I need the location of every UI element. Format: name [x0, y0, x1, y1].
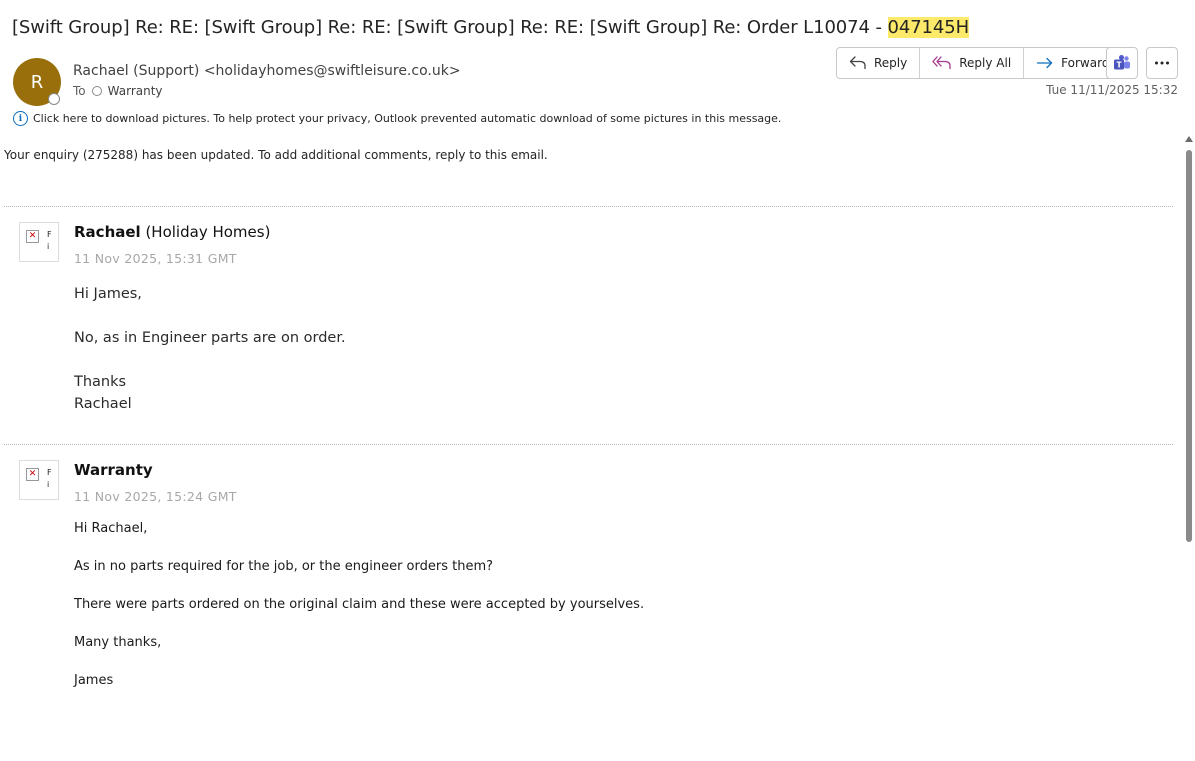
presence-status-icon	[48, 93, 60, 105]
teams-button[interactable]: T	[1106, 47, 1138, 79]
scrollbar-thumb[interactable]	[1186, 150, 1192, 542]
recipient-line: To Warranty	[73, 84, 163, 98]
author-org: (Holiday Homes)	[140, 223, 271, 241]
reply-all-button[interactable]: Reply All	[920, 48, 1025, 78]
to-label: To	[73, 84, 86, 98]
thumb-alt-text: i	[47, 242, 50, 251]
message-line: Hi Rachael,	[74, 521, 148, 536]
email-subject: [Swift Group] Re: RE: [Swift Group] Re: …	[12, 17, 969, 38]
message-line: Rachael	[74, 396, 132, 412]
author-name: Rachael	[74, 223, 141, 241]
reply-all-icon	[932, 56, 951, 70]
sender-name[interactable]: Rachael (Support) <holidayhomes@swiftlei…	[73, 63, 461, 79]
info-icon: i	[13, 111, 28, 126]
recipient-presence-icon	[91, 86, 102, 96]
info-bar-text: Click here to download pictures. To help…	[33, 112, 782, 125]
reply-icon	[849, 56, 866, 70]
forward-icon	[1037, 57, 1053, 69]
message-timestamp: 11 Nov 2025, 15:31 GMT	[74, 251, 237, 266]
thumb-alt-text: F	[47, 230, 52, 239]
reply-all-label: Reply All	[959, 56, 1012, 70]
message-line: Hi James,	[74, 286, 142, 302]
teams-icon: T	[1114, 55, 1130, 70]
message-author: Warranty	[74, 461, 153, 479]
subject-highlight: 047145H	[887, 17, 970, 38]
more-options-button[interactable]	[1146, 47, 1178, 79]
thumb-alt-text: i	[47, 480, 50, 489]
svg-text:T: T	[1116, 61, 1122, 70]
broken-image-icon: ✕	[26, 468, 39, 481]
message-line: Thanks	[74, 374, 127, 390]
subject-text: [Swift Group] Re: RE: [Swift Group] Re: …	[12, 17, 888, 38]
forward-label: Forward	[1061, 56, 1110, 70]
message-line: As in no parts required for the job, or …	[74, 559, 494, 574]
thumb-alt-text: F	[47, 468, 52, 477]
reply-button[interactable]: Reply	[837, 48, 921, 78]
broken-image-thumbnail: ✕ F i	[19, 460, 59, 500]
avatar-initial: R	[30, 71, 44, 93]
received-date: Tue 11/11/2025 15:32	[1046, 83, 1178, 97]
author-name: Warranty	[74, 461, 153, 479]
message-divider	[4, 444, 1173, 445]
message-line: No, as in Engineer parts are on order.	[74, 330, 346, 346]
broken-image-thumbnail: ✕ F i	[19, 222, 59, 262]
recipient-name[interactable]: Warranty	[108, 84, 163, 98]
message-divider	[4, 206, 1173, 207]
enquiry-intro: Your enquiry (275288) has been updated. …	[4, 148, 548, 162]
reply-label: Reply	[874, 56, 908, 70]
message-line: Many thanks,	[74, 635, 162, 650]
scroll-up-arrow-icon[interactable]	[1185, 136, 1193, 142]
message-line: There were parts ordered on the original…	[74, 597, 645, 612]
download-pictures-bar[interactable]: i Click here to download pictures. To he…	[13, 111, 781, 126]
broken-image-icon: ✕	[26, 230, 39, 243]
message-line: James	[74, 673, 114, 688]
message-author: Rachael (Holiday Homes)	[74, 223, 270, 241]
message-timestamp: 11 Nov 2025, 15:24 GMT	[74, 489, 237, 504]
more-icon	[1155, 61, 1169, 65]
message-actions: Reply Reply All Forward	[836, 47, 1123, 79]
